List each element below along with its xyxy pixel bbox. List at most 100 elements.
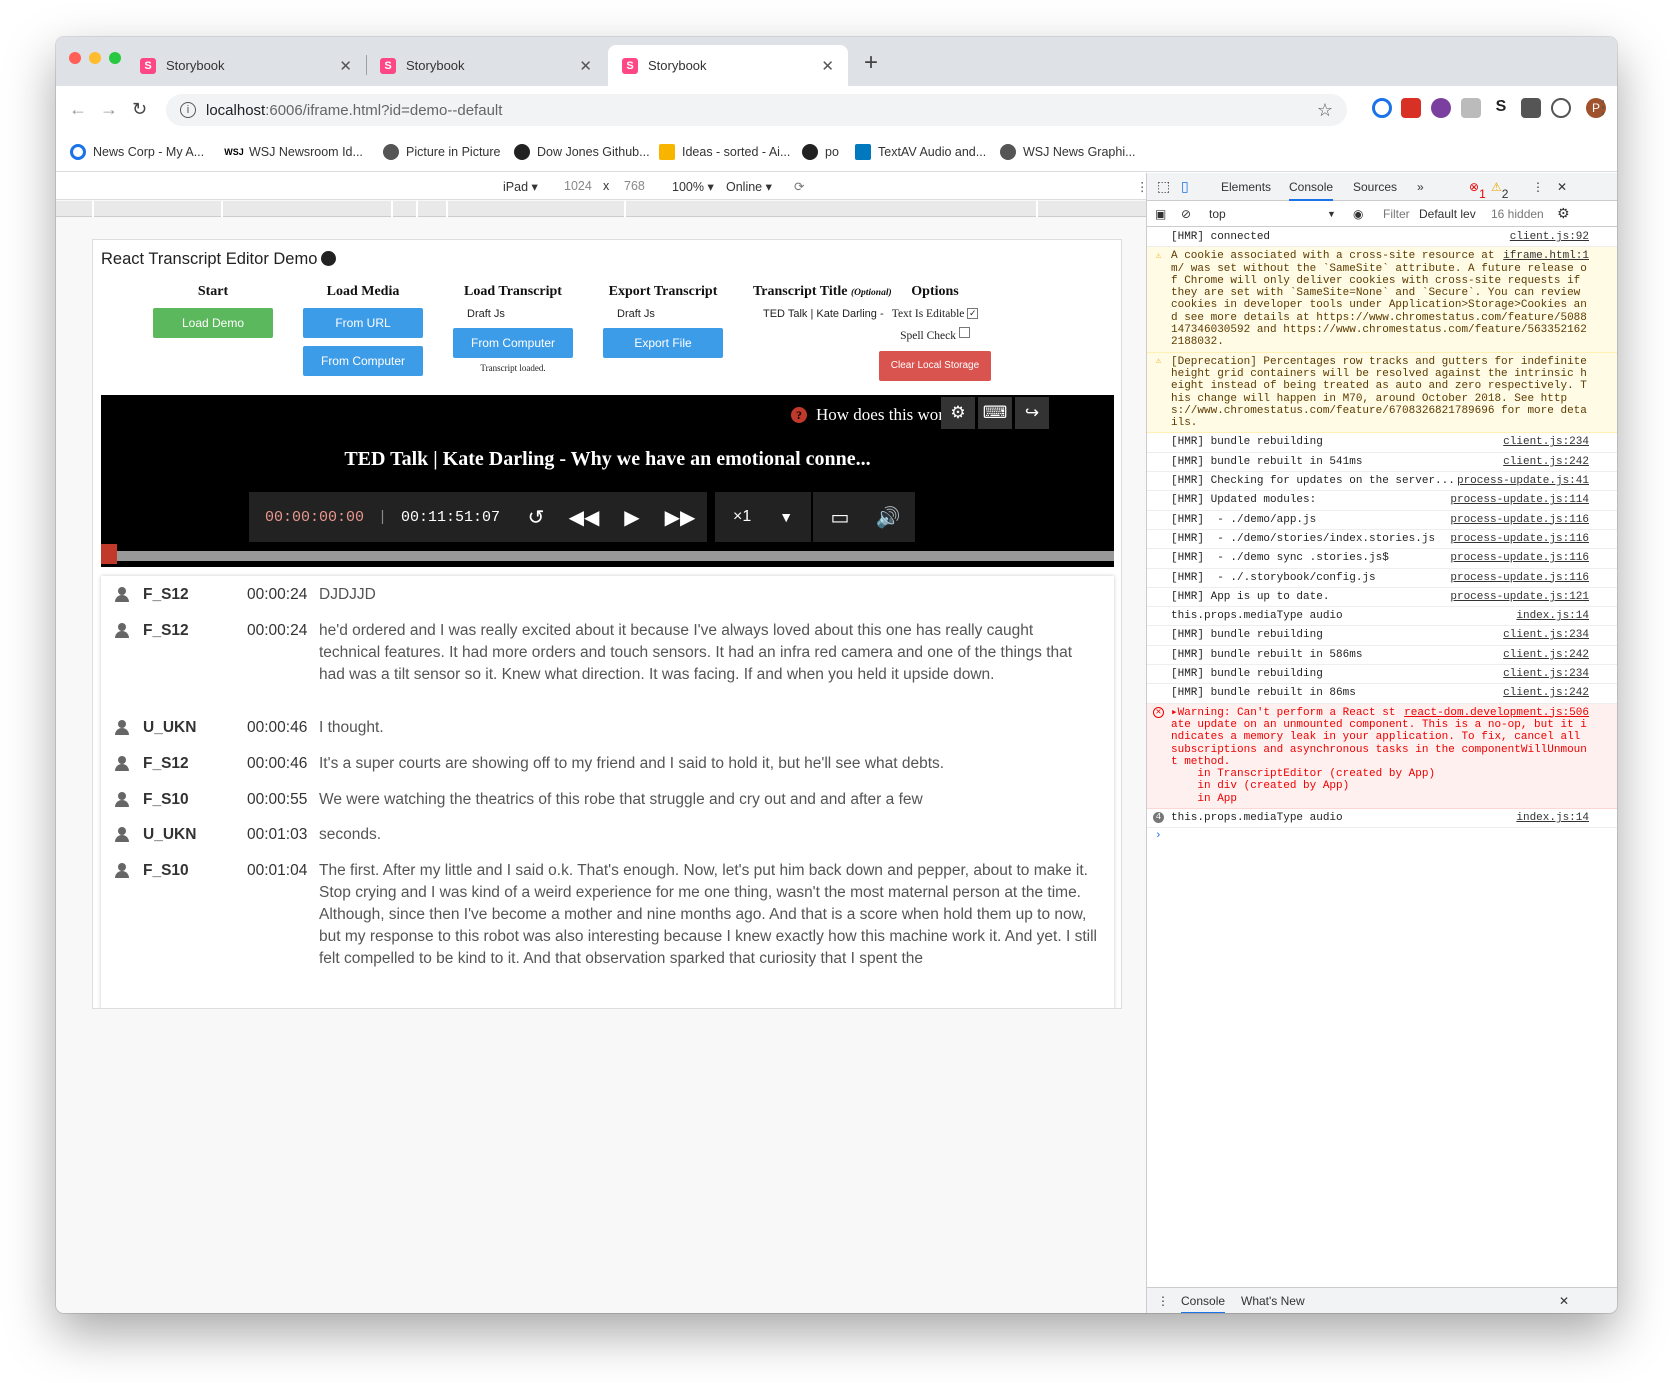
source-link[interactable]: process-update.js:116 bbox=[1444, 514, 1589, 526]
share-icon[interactable]: ↪ bbox=[1015, 397, 1049, 429]
filter-input[interactable]: Filter bbox=[1383, 207, 1410, 221]
load-demo-button[interactable]: Load Demo bbox=[153, 308, 273, 338]
drawer-menu-icon[interactable]: ⋮ bbox=[1157, 1294, 1169, 1308]
source-link[interactable]: process-update.js:41 bbox=[1451, 475, 1589, 487]
browser-menu-icon[interactable]: ⋮ bbox=[1594, 97, 1612, 118]
rollback-button[interactable]: ↺ bbox=[509, 492, 563, 542]
current-time[interactable]: 00:00:00:00 bbox=[265, 509, 364, 526]
transcript-format-select[interactable]: Draft Js bbox=[453, 308, 573, 320]
spell-check-checkbox[interactable] bbox=[958, 327, 970, 338]
play-button[interactable]: ▶ bbox=[605, 492, 659, 542]
paragraph-text[interactable]: DJDJJD bbox=[319, 584, 1098, 606]
browser-tab-1[interactable]: S Storybook ✕ bbox=[126, 45, 366, 86]
speaker-label[interactable]: U_UKN bbox=[115, 824, 196, 846]
user-edit-icon[interactable] bbox=[115, 827, 135, 843]
extension-icon-2[interactable] bbox=[1401, 98, 1421, 118]
paragraph-text[interactable]: We were watching the theatrics of this r… bbox=[319, 789, 1098, 811]
viewport-width[interactable]: 1024 bbox=[564, 179, 592, 193]
forward-arrow-icon[interactable]: → bbox=[100, 99, 118, 120]
speaker-label[interactable]: F_S12 bbox=[115, 584, 189, 606]
user-edit-icon[interactable] bbox=[115, 792, 135, 808]
paragraph-text[interactable]: seconds. bbox=[319, 824, 1098, 846]
keyboard-shortcuts-icon[interactable]: ⌨ bbox=[978, 397, 1012, 429]
settings-gear-icon[interactable]: ⚙ bbox=[941, 397, 975, 429]
extension-icon-3[interactable] bbox=[1431, 98, 1451, 118]
from-url-button[interactable]: From URL bbox=[303, 308, 423, 338]
timecode[interactable]: 00:00:55 bbox=[247, 789, 307, 811]
user-edit-icon[interactable] bbox=[115, 756, 135, 772]
user-edit-icon[interactable] bbox=[115, 623, 135, 639]
source-link[interactable]: client.js:242 bbox=[1497, 687, 1589, 699]
source-link[interactable]: iframe.html:1 bbox=[1497, 250, 1589, 263]
timecode[interactable]: 00:01:03 bbox=[247, 824, 307, 846]
bookmark-po[interactable]: po bbox=[802, 144, 839, 160]
close-drawer-icon[interactable]: ✕ bbox=[1559, 1294, 1569, 1308]
device-toggle-icon[interactable]: ▯ bbox=[1181, 178, 1189, 195]
source-link[interactable]: index.js:14 bbox=[1510, 610, 1589, 622]
source-link[interactable]: process-update.js:116 bbox=[1444, 572, 1589, 584]
speaker-label[interactable]: F_S12 bbox=[115, 620, 189, 642]
source-link[interactable]: process-update.js:116 bbox=[1444, 533, 1589, 545]
rotate-icon[interactable]: ⟳ bbox=[794, 179, 804, 194]
tab-console[interactable]: Console bbox=[1289, 180, 1334, 201]
user-edit-icon[interactable] bbox=[115, 587, 135, 603]
bookmark-star-icon[interactable]: ☆ bbox=[1317, 100, 1333, 121]
transcript-from-computer-button[interactable]: From Computer bbox=[453, 328, 573, 358]
minimize-window-button[interactable] bbox=[89, 52, 101, 64]
user-edit-icon[interactable] bbox=[115, 720, 135, 736]
extension-icon-5[interactable]: S bbox=[1491, 98, 1511, 118]
speaker-label[interactable]: F_S10 bbox=[115, 789, 189, 811]
user-edit-icon[interactable] bbox=[115, 863, 135, 879]
rewind-button[interactable]: ◀◀ bbox=[557, 492, 611, 542]
message-text[interactable]: ▸Warning: Can't perform a React state up… bbox=[1171, 707, 1587, 805]
zoom-window-button[interactable] bbox=[109, 52, 121, 64]
timecode[interactable]: 00:00:46 bbox=[247, 753, 307, 775]
extension-icon-7[interactable] bbox=[1551, 98, 1571, 118]
bookmark-news-corp[interactable]: News Corp - My A... bbox=[70, 144, 204, 160]
viewport-height[interactable]: 768 bbox=[624, 179, 645, 193]
github-icon[interactable] bbox=[321, 251, 337, 266]
close-tab-icon[interactable]: ✕ bbox=[579, 57, 592, 75]
transcript-title-input[interactable]: TED Talk | Kate Darling - bbox=[753, 308, 892, 320]
bookmark-wsj-news-graphics[interactable]: WSJ News Graphi... bbox=[1000, 144, 1136, 160]
info-icon[interactable]: i bbox=[180, 102, 196, 118]
media-from-computer-button[interactable]: From Computer bbox=[303, 346, 423, 376]
warning-count-badge[interactable]: ⚠ 2 bbox=[1491, 180, 1508, 201]
drawer-tab-console[interactable]: Console bbox=[1181, 1294, 1226, 1313]
bookmark-ideas-sorted[interactable]: Ideas - sorted - Ai... bbox=[659, 144, 790, 160]
extension-icon-1[interactable] bbox=[1372, 98, 1392, 118]
console-prompt[interactable]: › bbox=[1147, 828, 1617, 844]
speaker-label[interactable]: F_S12 bbox=[115, 753, 189, 775]
sidebar-toggle-icon[interactable]: ▣ bbox=[1155, 207, 1166, 221]
source-link[interactable]: client.js:242 bbox=[1497, 649, 1589, 661]
picture-in-picture-button[interactable]: ▭ bbox=[813, 492, 867, 542]
drawer-tab-whats-new[interactable]: What's New bbox=[1241, 1294, 1305, 1308]
source-link[interactable]: client.js:92 bbox=[1504, 231, 1589, 243]
devtools-menu-icon[interactable]: ⋮ bbox=[1532, 180, 1544, 194]
close-tab-icon[interactable]: ✕ bbox=[339, 57, 352, 75]
source-link[interactable]: react-dom.development.js:506 bbox=[1398, 706, 1589, 719]
close-tab-icon[interactable]: ✕ bbox=[821, 57, 834, 75]
reload-icon[interactable]: ↻ bbox=[132, 99, 147, 120]
source-link[interactable]: client.js:234 bbox=[1497, 629, 1589, 641]
source-link[interactable]: client.js:234 bbox=[1497, 436, 1589, 448]
close-window-button[interactable] bbox=[69, 52, 81, 64]
progress-bar[interactable] bbox=[101, 544, 1114, 564]
paragraph-text[interactable]: I thought. bbox=[319, 717, 1098, 739]
tab-elements[interactable]: Elements bbox=[1221, 180, 1271, 194]
clear-local-storage-button[interactable]: Clear Local Storage bbox=[879, 351, 991, 381]
network-select[interactable]: Online ▾ bbox=[726, 179, 772, 194]
log-levels-select[interactable]: Default lev bbox=[1419, 207, 1476, 221]
extension-icon-6[interactable] bbox=[1521, 98, 1541, 118]
zoom-select[interactable]: 100% ▾ bbox=[672, 179, 714, 194]
timecode[interactable]: 00:00:46 bbox=[247, 717, 307, 739]
text-editable-checkbox[interactable]: ✓ bbox=[967, 308, 979, 319]
transcript-body[interactable]: F_S12 00:00:24 DJDJJD F_S12 00:00:24 he'… bbox=[101, 576, 1114, 1008]
source-link[interactable]: client.js:242 bbox=[1497, 456, 1589, 468]
speaker-label[interactable]: F_S10 bbox=[115, 860, 189, 882]
export-format-select[interactable]: Draft Js bbox=[603, 308, 723, 320]
paragraph-text[interactable]: The first. After my little and I said o.… bbox=[319, 860, 1098, 970]
speaker-label[interactable]: U_UKN bbox=[115, 717, 196, 739]
bookmark-picture-in-picture[interactable]: Picture in Picture bbox=[383, 144, 500, 160]
extension-icon-4[interactable] bbox=[1461, 98, 1481, 118]
